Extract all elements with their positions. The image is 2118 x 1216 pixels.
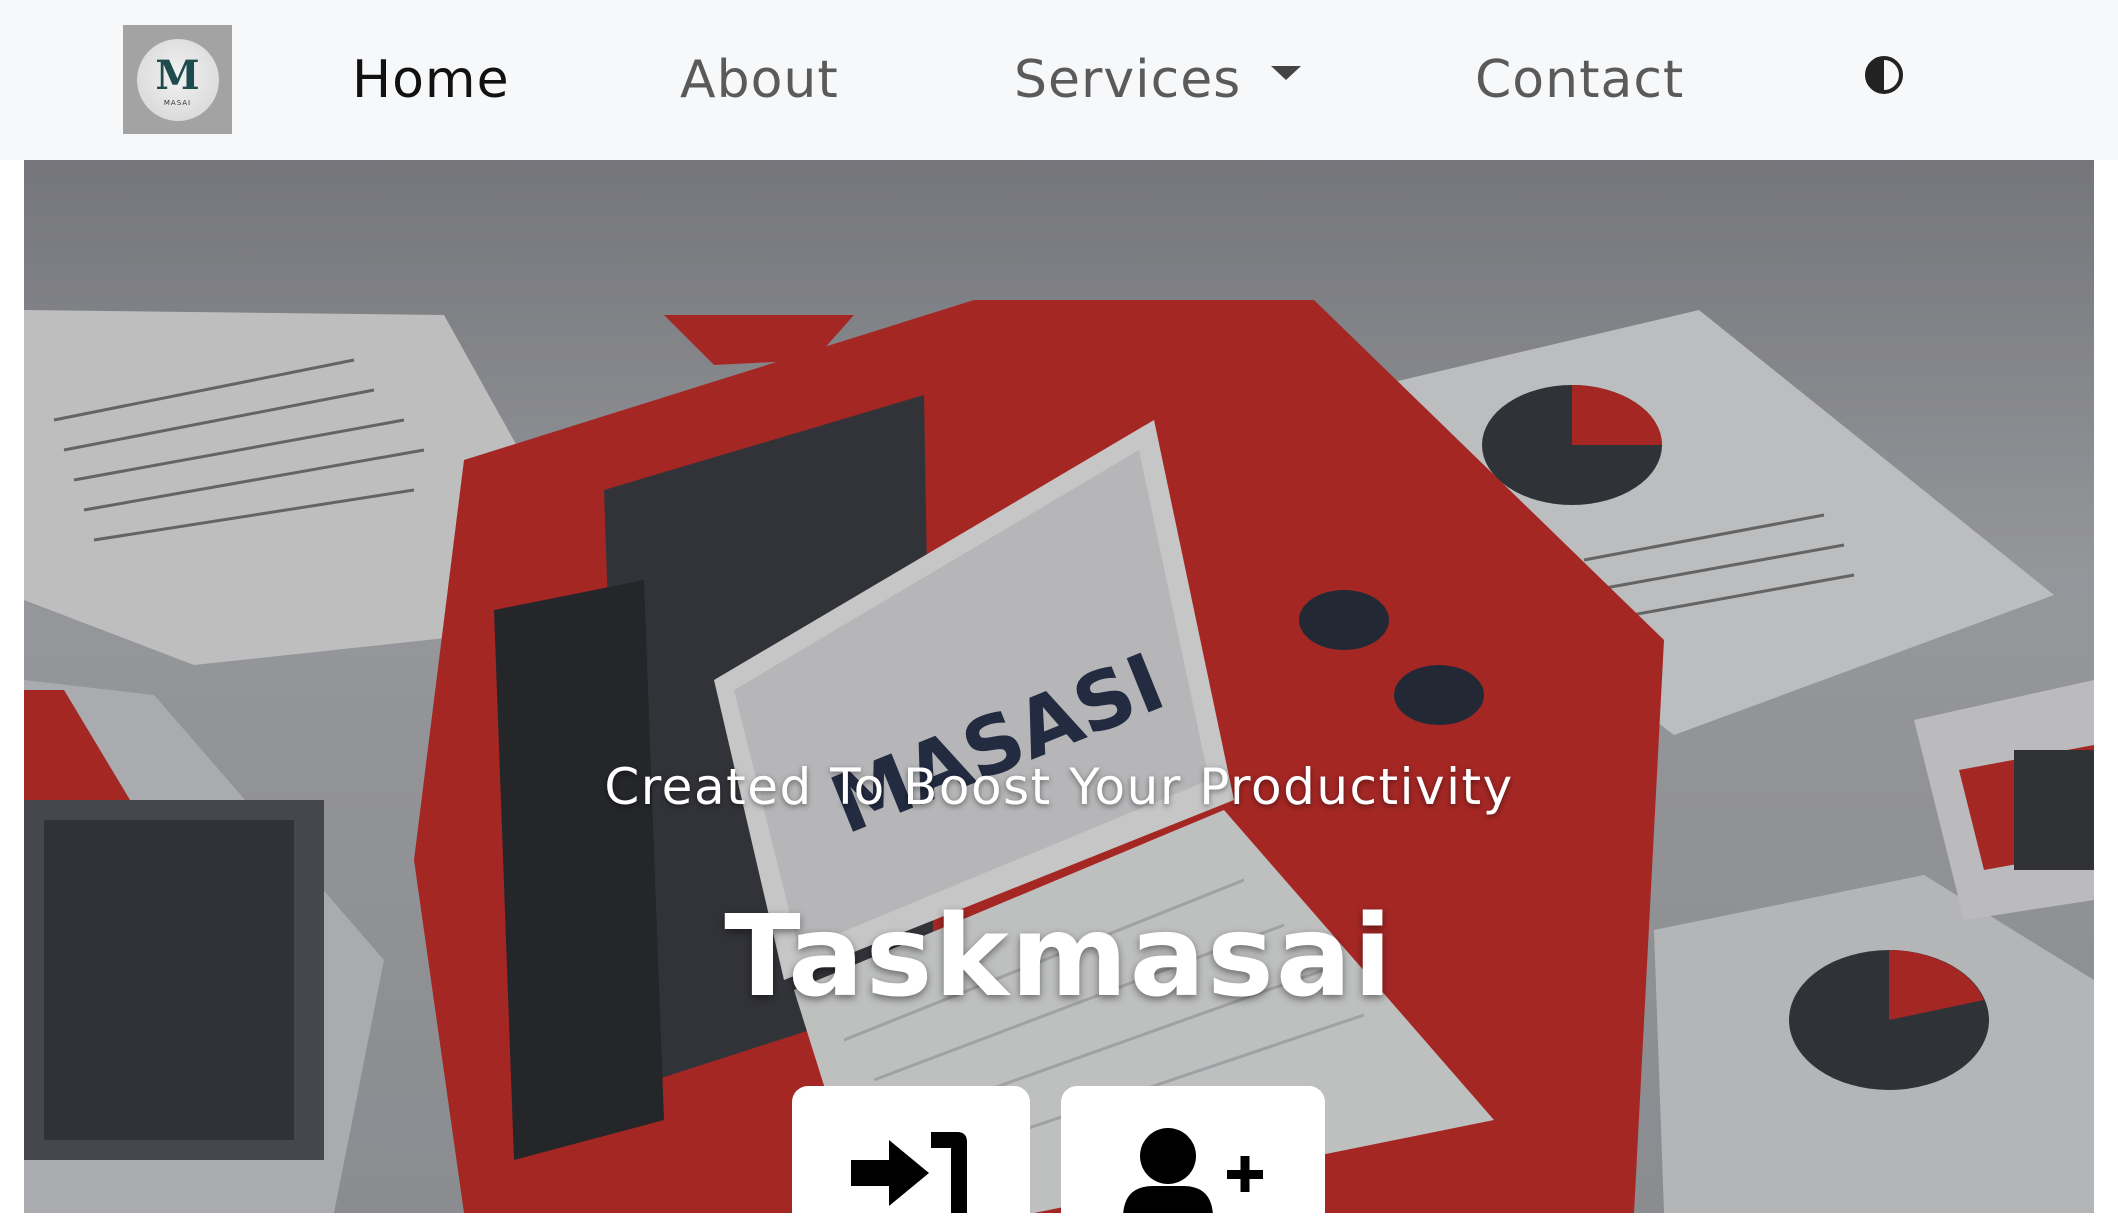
logo-emblem: M MASAI bbox=[136, 38, 219, 121]
hero-subtitle: Created To Boost Your Productivity bbox=[604, 758, 1514, 816]
hero-title: Taskmasai bbox=[724, 892, 1394, 1022]
user-plus-icon bbox=[1123, 1128, 1263, 1213]
chevron-down-icon bbox=[1271, 66, 1302, 80]
logo-monogram: M bbox=[155, 51, 200, 99]
brand-logo[interactable]: M MASAI bbox=[123, 25, 232, 134]
nav-home[interactable]: Home bbox=[352, 50, 510, 110]
navbar: M MASAI Home About Services Contact bbox=[0, 0, 2118, 160]
theme-toggle-button[interactable] bbox=[1864, 55, 1904, 95]
nav-about[interactable]: About bbox=[680, 50, 839, 110]
nav-contact[interactable]: Contact bbox=[1475, 50, 1684, 110]
logo-text: MASAI bbox=[163, 98, 192, 107]
contrast-icon bbox=[1865, 56, 1903, 94]
hero-overlay bbox=[24, 160, 2094, 1213]
register-button[interactable] bbox=[1061, 1086, 1325, 1213]
login-button[interactable] bbox=[792, 1086, 1030, 1213]
nav-services-label: Services bbox=[1014, 50, 1242, 110]
hero-section: MASASI Created To Boost Your Productivit… bbox=[24, 160, 2094, 1213]
nav-services[interactable]: Services bbox=[1014, 50, 1302, 110]
sign-in-icon bbox=[851, 1132, 967, 1213]
